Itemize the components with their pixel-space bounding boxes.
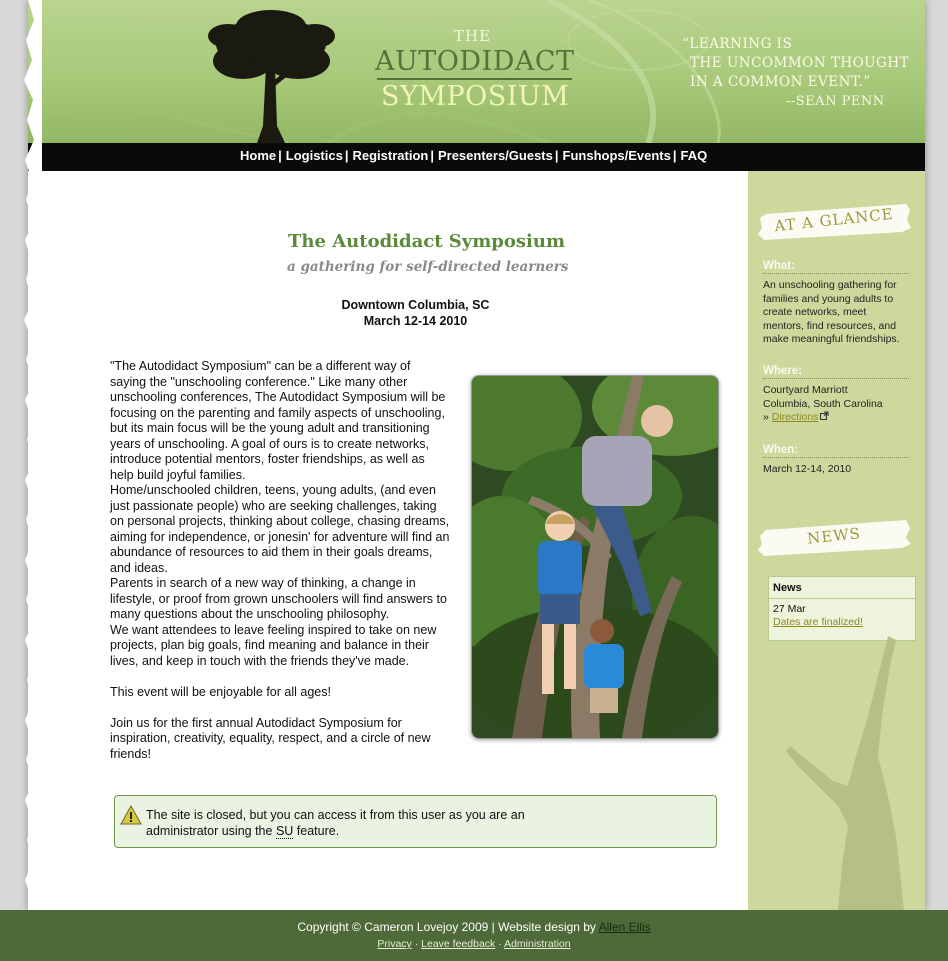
person-silhouette-decoration bbox=[786, 636, 904, 910]
site-closed-message: The site is closed, but you can access i… bbox=[114, 795, 717, 848]
intro-paragraph: "The Autodidact Symposium" can be a diff… bbox=[110, 359, 446, 482]
site-closed-text: The site is closed, but you can access i… bbox=[146, 807, 566, 839]
page-title: The Autodidact Symposium bbox=[288, 231, 565, 252]
nav-separator: | bbox=[344, 148, 349, 163]
site-header: THE AUTODIDACT SYMPOSIUM “LEARNING IS TH… bbox=[28, 0, 925, 143]
footer-separator: · bbox=[498, 938, 502, 950]
directions-prefix: » bbox=[763, 411, 769, 423]
at-a-glance-banner: AT A GLANCE bbox=[756, 200, 912, 240]
message-text-end: feature. bbox=[293, 824, 340, 838]
family-tree-photo bbox=[471, 375, 719, 739]
footer-copyright: Copyright © Cameron Lovejoy 2009 | Websi… bbox=[0, 920, 948, 934]
tree-logo-icon bbox=[208, 10, 335, 143]
nav-funshops-events[interactable]: Funshops/Events bbox=[563, 148, 671, 163]
nav-presenters-guests[interactable]: Presenters/Guests bbox=[438, 148, 553, 163]
logo-divider bbox=[377, 78, 572, 80]
directions-link[interactable]: Directions bbox=[772, 411, 819, 423]
footer-separator: · bbox=[414, 938, 419, 950]
intro-paragraph: Parents in search of a new way of thinki… bbox=[110, 576, 447, 621]
site-footer: Copyright © Cameron Lovejoy 2009 | Websi… bbox=[0, 910, 948, 961]
nav-faq[interactable]: FAQ bbox=[681, 148, 708, 163]
where-city: Columbia, South Carolina bbox=[763, 397, 883, 410]
when-heading: When: bbox=[763, 444, 909, 458]
administration-link[interactable]: Administration bbox=[504, 938, 571, 950]
logo-autodidact: AUTODIDACT bbox=[375, 46, 575, 77]
nav-home[interactable]: Home bbox=[240, 148, 276, 163]
nav-registration[interactable]: Registration bbox=[352, 148, 428, 163]
where-heading: Where: bbox=[763, 365, 909, 379]
when-text: March 12-14, 2010 bbox=[763, 463, 852, 475]
quote-author: --SEAN PENN bbox=[786, 94, 885, 109]
event-dates: March 12-14 2010 bbox=[363, 314, 468, 328]
designer-link[interactable]: Allen Ellis bbox=[599, 920, 651, 934]
quote-line-1: “LEARNING IS bbox=[682, 36, 793, 52]
nav-separator: | bbox=[554, 148, 559, 163]
what-heading: What: bbox=[763, 260, 909, 274]
copyright-text: Copyright © Cameron Lovejoy 2009 | Websi… bbox=[297, 920, 599, 934]
news-banner: NEWS bbox=[756, 516, 912, 556]
where-text: Courtyard Marriott Columbia, South Carol… bbox=[763, 384, 909, 425]
footer-links: Privacy · Leave feedback · Administratio… bbox=[0, 938, 948, 950]
sidebar: AT A GLANCE What: An unschooling gatheri… bbox=[748, 171, 925, 910]
torn-paper-edge bbox=[24, 0, 42, 910]
main-nav: Home | Logistics | Registration | Presenters/G… bbox=[28, 143, 925, 171]
news-box-title: News bbox=[769, 577, 915, 599]
external-link-icon bbox=[820, 411, 829, 420]
leave-feedback-link[interactable]: Leave feedback bbox=[421, 938, 495, 950]
intro-text: "The Autodidact Symposium" can be a diff… bbox=[110, 359, 450, 762]
logo-symposium: SYMPOSIUM bbox=[381, 81, 570, 112]
when-section: When: March 12-14, 2010 bbox=[763, 444, 909, 477]
event-location: Downtown Columbia, SC bbox=[341, 298, 490, 312]
what-text: An unschooling gathering for families an… bbox=[763, 279, 900, 345]
page: THE AUTODIDACT SYMPOSIUM “LEARNING IS TH… bbox=[28, 0, 925, 910]
news-box: News 27 Mar Dates are finalized! bbox=[768, 576, 916, 641]
warning-icon bbox=[120, 805, 142, 825]
nav-links: Home | Logistics | Registration | Presenters/G… bbox=[240, 148, 707, 163]
quote-line-3: IN A COMMON EVENT.” bbox=[690, 74, 871, 90]
logo-the: THE bbox=[454, 27, 492, 45]
news-item-link[interactable]: Dates are finalized! bbox=[769, 615, 915, 629]
privacy-link[interactable]: Privacy bbox=[377, 938, 411, 950]
page-subtitle: a gathering for self-directed learners bbox=[287, 259, 569, 275]
where-section: Where: Courtyard Marriott Columbia, Sout… bbox=[763, 365, 909, 425]
su-abbreviation: SU bbox=[275, 824, 294, 839]
event-location-dates: Downtown Columbia, SC March 12-14 2010 bbox=[328, 297, 503, 329]
intro-paragraph: Join us for the first annual Autodidact … bbox=[110, 715, 431, 761]
quote-line-2: THE UNCOMMON THOUGHT bbox=[690, 55, 910, 71]
nav-separator: | bbox=[430, 148, 434, 163]
news-date: 27 Mar bbox=[773, 603, 806, 615]
nav-separator: | bbox=[278, 148, 282, 163]
header-quote: “LEARNING IS THE UNCOMMON THOUGHT IN A C… bbox=[682, 35, 909, 111]
what-section: What: An unschooling gathering for famil… bbox=[763, 260, 909, 347]
intro-paragraph: We want attendees to leave feeling inspi… bbox=[110, 622, 437, 668]
where-venue: Courtyard Marriott bbox=[763, 384, 848, 396]
intro-paragraph: This event will be enjoyable for all age… bbox=[110, 684, 331, 699]
nav-logistics[interactable]: Logistics bbox=[286, 148, 343, 163]
intro-paragraph: Home/unschooled children, teens, young a… bbox=[110, 483, 450, 575]
nav-separator: | bbox=[672, 148, 677, 163]
